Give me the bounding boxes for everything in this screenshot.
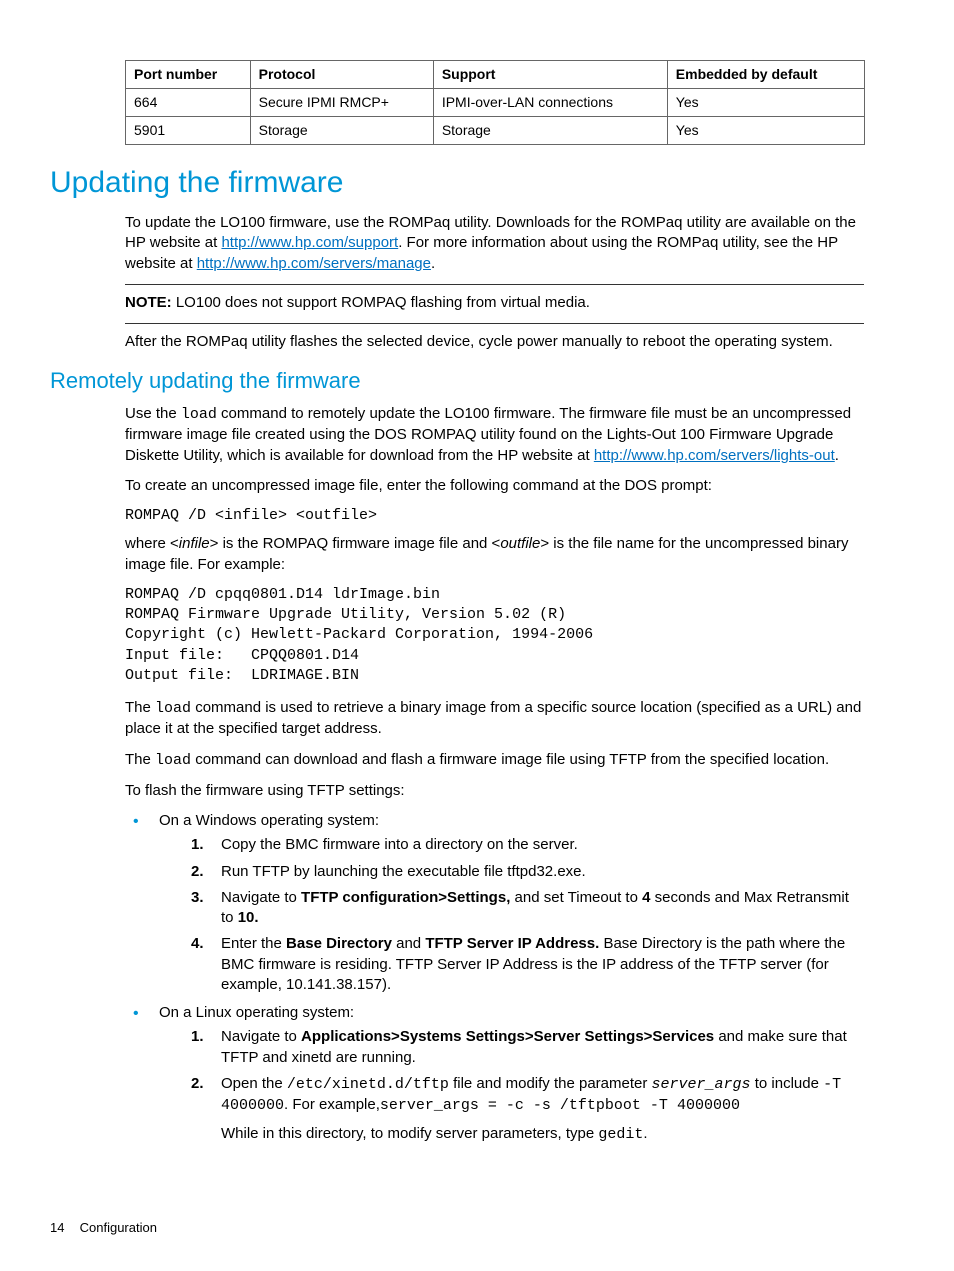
code-load: load [155,700,191,717]
col-support: Support [433,61,667,89]
heading-updating-firmware: Updating the firmware [50,163,864,204]
paragraph: To update the LO100 firmware, use the RO… [125,213,864,274]
step: Navigate to Applications>Systems Setting… [189,1027,864,1068]
note: NOTE: LO100 does not support ROMPAQ flas… [125,293,864,313]
paragraph: Use the load command to remotely update … [125,404,864,466]
step: Enter the Base Directory and TFTP Server… [189,934,864,995]
col-port: Port number [126,61,251,89]
port-table: Port number Protocol Support Embedded by… [125,60,865,145]
heading-remotely-updating: Remotely updating the firmware [50,366,864,396]
step: Run TFTP by launching the executable fil… [189,862,864,882]
note-divider [125,323,864,324]
page-footer: 14 Configuration [50,1219,157,1237]
paragraph: The load command is used to retrieve a b… [125,698,864,740]
code-load: load [155,752,191,769]
command-line: ROMPAQ /D <infile> <outfile> [125,506,864,526]
link-lights-out[interactable]: http://www.hp.com/servers/lights-out [594,447,835,464]
table-row: 664 Secure IPMI RMCP+ IPMI-over-LAN conn… [126,88,865,116]
link-servers-manage[interactable]: http://www.hp.com/servers/manage [197,255,431,272]
list-item: On a Windows operating system: Copy the … [125,811,864,995]
code-block: ROMPAQ /D cpqq0801.D14 ldrImage.bin ROMP… [125,585,864,686]
paragraph: The load command can download and flash … [125,750,864,771]
note-label: NOTE: [125,294,172,311]
note-divider [125,284,864,285]
code-load: load [181,406,217,423]
table-row: 5901 Storage Storage Yes [126,116,865,144]
step: Navigate to TFTP configuration>Settings,… [189,888,864,929]
page-number: 14 [50,1219,76,1237]
list-item: On a Linux operating system: Navigate to… [125,1003,864,1146]
link-hp-support[interactable]: http://www.hp.com/support [221,234,398,251]
step: Open the /etc/xinetd.d/tftp file and mod… [189,1074,864,1146]
paragraph: After the ROMPaq utility flashes the sel… [125,332,864,352]
paragraph: To create an uncompressed image file, en… [125,476,864,496]
col-protocol: Protocol [250,61,433,89]
paragraph: To flash the firmware using TFTP setting… [125,781,864,801]
step: Copy the BMC firmware into a directory o… [189,835,864,855]
paragraph: where <infile> is the ROMPAQ firmware im… [125,534,864,575]
footer-section: Configuration [80,1220,157,1235]
table-header-row: Port number Protocol Support Embedded by… [126,61,865,89]
col-embedded: Embedded by default [667,61,864,89]
